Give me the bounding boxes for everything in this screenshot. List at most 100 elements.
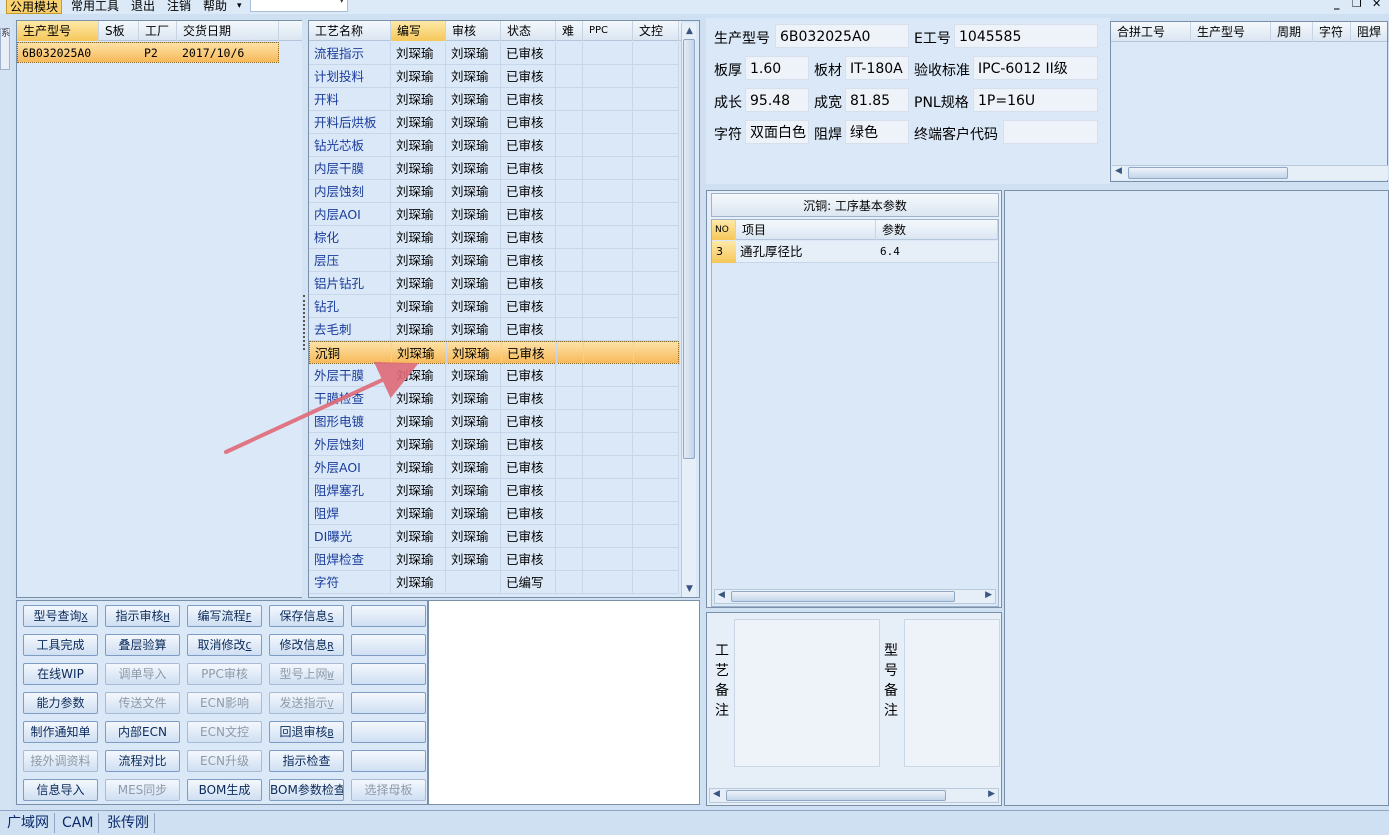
- table-row[interactable]: DI曝光 刘琛瑜 刘琛瑜 已审核: [309, 525, 679, 548]
- table-row[interactable]: 钻孔 刘琛瑜 刘琛瑜 已审核: [309, 295, 679, 318]
- blank-button[interactable]: [351, 750, 426, 772]
- col-header-status[interactable]: 状态: [501, 21, 556, 41]
- col-header-factory[interactable]: 工厂: [139, 21, 177, 41]
- scroll-thumb[interactable]: [1128, 167, 1288, 179]
- action-button[interactable]: 流程对比: [105, 750, 180, 772]
- col-header-mask[interactable]: 阻焊: [1351, 22, 1389, 42]
- table-row[interactable]: 内层AOI 刘琛瑜 刘琛瑜 已审核: [309, 203, 679, 226]
- action-button[interactable]: BOM参数检查: [269, 779, 344, 801]
- notes-horizontal-scrollbar[interactable]: ◀ ▶: [709, 788, 999, 803]
- action-button[interactable]: 工具完成: [23, 634, 98, 656]
- table-row[interactable]: 棕化 刘琛瑜 刘琛瑜 已审核: [309, 226, 679, 249]
- blank-button[interactable]: [351, 692, 426, 714]
- table-row[interactable]: 计划投料 刘琛瑜 刘琛瑜 已审核: [309, 65, 679, 88]
- field-thickness[interactable]: 1.60: [745, 56, 809, 80]
- table-row[interactable]: 干膜检查 刘琛瑜 刘琛瑜 已审核: [309, 387, 679, 410]
- blank-button[interactable]: [351, 605, 426, 627]
- scroll-up-icon[interactable]: ▲: [682, 23, 697, 39]
- table-row[interactable]: 层压 刘琛瑜 刘琛瑜 已审核: [309, 249, 679, 272]
- scroll-right-icon[interactable]: ▶: [988, 789, 995, 799]
- process-notes-field[interactable]: [734, 619, 880, 767]
- field-solder-mask[interactable]: 绿色: [845, 120, 909, 144]
- action-button[interactable]: 编写流程F: [187, 605, 262, 627]
- close-icon[interactable]: ✕: [1372, 0, 1381, 10]
- menu-combo-box[interactable]: [250, 0, 348, 12]
- menu-help-dropdown-icon[interactable]: ▾: [234, 0, 245, 14]
- field-acceptance-standard[interactable]: IPC-6012 II级: [973, 56, 1098, 80]
- action-button[interactable]: 指示检查: [269, 750, 344, 772]
- action-button[interactable]: 接外调资料: [23, 750, 98, 772]
- table-row[interactable]: 流程指示 刘琛瑜 刘琛瑜 已审核: [309, 42, 679, 65]
- action-button[interactable]: 修改信息R: [269, 634, 344, 656]
- col-header-no[interactable]: NO: [712, 220, 736, 240]
- col-header-process-name[interactable]: 工艺名称: [309, 21, 391, 41]
- table-row[interactable]: 外层AOI 刘琛瑜 刘琛瑜 已审核: [309, 456, 679, 479]
- action-button[interactable]: 回退审核B: [269, 721, 344, 743]
- table-row[interactable]: 钻光芯板 刘琛瑜 刘琛瑜 已审核: [309, 134, 679, 157]
- action-button[interactable]: BOM生成: [187, 779, 262, 801]
- table-row[interactable]: 6B032025A0 P2 2017/10/6: [17, 42, 279, 63]
- col-header-reviewer[interactable]: 审核: [446, 21, 501, 41]
- model-notes-field[interactable]: [904, 619, 1000, 767]
- col-header-ppc[interactable]: PPC: [583, 21, 633, 41]
- action-button[interactable]: MES同步: [105, 779, 180, 801]
- col-header-merge-no[interactable]: 合拼工号: [1111, 22, 1191, 42]
- action-button[interactable]: 调单导入: [105, 663, 180, 685]
- scroll-left-icon[interactable]: ◀: [1115, 166, 1122, 176]
- table-row[interactable]: 外层干膜 刘琛瑜 刘琛瑜 已审核: [309, 364, 679, 387]
- scroll-down-icon[interactable]: ▼: [682, 581, 697, 597]
- table-row[interactable]: 图形电镀 刘琛瑜 刘琛瑜 已审核: [309, 410, 679, 433]
- scroll-left-icon[interactable]: ◀: [713, 789, 720, 799]
- col-header-doc-control[interactable]: 文控: [633, 21, 679, 41]
- action-button[interactable]: ECN文控: [187, 721, 262, 743]
- scroll-thumb[interactable]: [731, 591, 955, 602]
- col-header-difficulty[interactable]: 难: [556, 21, 583, 41]
- action-button[interactable]: 保存信息S: [269, 605, 344, 627]
- blank-button[interactable]: [351, 663, 426, 685]
- scroll-thumb[interactable]: [726, 790, 946, 801]
- blank-button[interactable]: [351, 721, 426, 743]
- col-header-param[interactable]: 参数: [876, 220, 998, 240]
- col-header-legend[interactable]: 字符: [1313, 22, 1351, 42]
- action-button[interactable]: PPC审核: [187, 663, 262, 685]
- action-button[interactable]: 内部ECN: [105, 721, 180, 743]
- col-header-sboard[interactable]: S板: [99, 21, 139, 41]
- action-button[interactable]: 能力参数: [23, 692, 98, 714]
- side-dock-tab[interactable]: 系: [0, 28, 10, 70]
- action-button[interactable]: 选择母板: [351, 779, 426, 801]
- action-button[interactable]: 型号查询X: [23, 605, 98, 627]
- action-button[interactable]: 发送指示V: [269, 692, 344, 714]
- table-row[interactable]: 开料 刘琛瑜 刘琛瑜 已审核: [309, 88, 679, 111]
- action-button[interactable]: 取消修改C: [187, 634, 262, 656]
- field-model[interactable]: 6B032025A0: [775, 24, 909, 48]
- action-button[interactable]: 叠层验算: [105, 634, 180, 656]
- table-row[interactable]: 内层蚀刻 刘琛瑜 刘琛瑜 已审核: [309, 180, 679, 203]
- field-pnl-spec[interactable]: 1P=16U: [973, 88, 1098, 112]
- col-header-item[interactable]: 项目: [736, 220, 876, 240]
- field-eno[interactable]: 1045585: [954, 24, 1098, 48]
- scroll-thumb[interactable]: [683, 39, 695, 459]
- col-header-model[interactable]: 生产型号: [17, 21, 99, 41]
- field-legend[interactable]: 双面白色: [745, 120, 809, 144]
- field-width[interactable]: 81.85: [845, 88, 909, 112]
- action-button[interactable]: 信息导入: [23, 779, 98, 801]
- table-row[interactable]: 阻焊检查 刘琛瑜 刘琛瑜 已审核: [309, 548, 679, 571]
- action-button[interactable]: 传送文件: [105, 692, 180, 714]
- table-row[interactable]: 阻焊塞孔 刘琛瑜 刘琛瑜 已审核: [309, 479, 679, 502]
- params-horizontal-scrollbar[interactable]: ◀ ▶: [714, 589, 996, 604]
- restore-icon[interactable]: ❐: [1352, 0, 1362, 10]
- scroll-right-icon[interactable]: ▶: [985, 590, 992, 600]
- action-button[interactable]: 指示审核H: [105, 605, 180, 627]
- menu-common-tools[interactable]: 常用工具: [68, 0, 122, 14]
- menu-exit[interactable]: 退出: [128, 0, 158, 14]
- table-row[interactable]: 字符 刘琛瑜 已编写: [309, 571, 679, 594]
- action-button[interactable]: 型号上网W: [269, 663, 344, 685]
- menu-logout[interactable]: 注销: [164, 0, 194, 14]
- action-button[interactable]: ECN升级: [187, 750, 262, 772]
- table-row[interactable]: 去毛刺 刘琛瑜 刘琛瑜 已审核: [309, 318, 679, 341]
- blank-button[interactable]: [351, 634, 426, 656]
- menu-help[interactable]: 帮助: [200, 0, 230, 14]
- minimize-icon[interactable]: _: [1334, 0, 1340, 10]
- scroll-left-icon[interactable]: ◀: [718, 590, 725, 600]
- table-row[interactable]: 内层干膜 刘琛瑜 刘琛瑜 已审核: [309, 157, 679, 180]
